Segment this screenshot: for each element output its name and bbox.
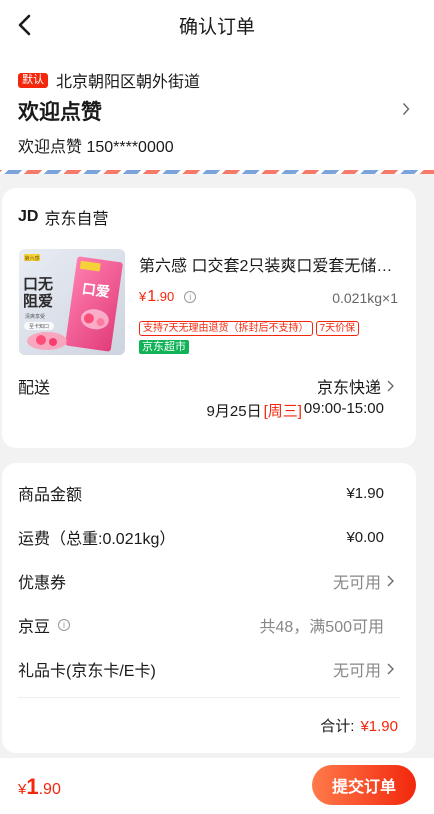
product-name[interactable]: 第六感 口交套2只装爽口爱套无储精囊避孕套 <box>139 252 399 276</box>
total-label: 合计: <box>320 718 355 735</box>
service-tag-return: 支持7天无理由退货（拆封后不支持） <box>139 321 313 336</box>
address-region-row: 默认 北京朝阳区朝外街道 <box>18 68 200 92</box>
bottom-price-decimal: .90 <box>38 781 61 798</box>
gift-card-value: 无可用 <box>332 663 381 680</box>
price-decimal: .90 <box>156 289 175 304</box>
coupon-label: 优惠券 <box>18 575 67 592</box>
shipping-time[interactable]: 9月25日 [周三] 09:00-15:00 <box>207 400 384 421</box>
product-weight-quantity: 0.021kg×1 <box>332 290 398 306</box>
bottom-price: ¥ 1 .90 <box>18 774 61 800</box>
page-title: 确认订单 <box>178 16 255 38</box>
chevron-right-icon <box>387 380 394 392</box>
product-package-art: 第六感 口无 阻爱 清爽享受 至卡知口 口爱 <box>19 249 125 355</box>
total-row: 合计: ¥1.90 <box>320 715 398 736</box>
envelope-stripe <box>0 170 434 174</box>
default-address-badge: 默认 <box>18 72 48 88</box>
package-small-text2: 至卡知口 <box>29 323 49 330</box>
package-small-text1: 清爽享受 <box>25 313 45 320</box>
product-price: ¥ 1 .90 i <box>139 288 197 306</box>
coupon-value: 无可用 <box>332 575 381 592</box>
jd-bean-label: 京豆 <box>18 619 51 636</box>
freight-value: ¥0.00 <box>346 528 384 546</box>
price-integer: 1 <box>147 288 157 305</box>
shipping-label: 配送 <box>18 380 51 397</box>
shop-name: 京东自营 <box>44 211 109 228</box>
package-text-line2: 阻爱 <box>23 292 53 310</box>
shipping-time-range: 09:00-15:00 <box>303 400 384 417</box>
market-tag: 京东超市 <box>139 340 189 354</box>
freight-row: 运费（总重:0.021kg） ¥0.00 <box>18 525 384 549</box>
top-bar: 确认订单 <box>0 0 434 50</box>
shipping-date: 9月25日 <box>206 403 262 420</box>
gift-card-row[interactable]: 礼品卡(京东卡/E卡) 无可用 <box>18 657 394 681</box>
chevron-right-icon <box>387 575 394 587</box>
chevron-right-icon <box>402 103 410 115</box>
price-symbol: ¥ <box>139 289 147 304</box>
price-card: 商品金额 ¥1.90 运费（总重:0.021kg） ¥0.00 优惠券 无可用 … <box>2 463 416 753</box>
freight-label: 运费（总重:0.021kg） <box>18 531 176 548</box>
shipping-method[interactable]: 京东快递 <box>317 374 394 398</box>
jd-logo: JD <box>18 208 39 225</box>
info-icon[interactable]: i <box>58 619 71 631</box>
jd-bean-row[interactable]: 京豆 i 共48，满500可用 <box>18 613 384 637</box>
address-region: 北京朝阳区朝外街道 <box>56 74 201 91</box>
shipping-weekday: [周三] <box>263 403 302 420</box>
package-text-line1: 口无 <box>23 275 53 293</box>
jd-bean-value: 共48，满500可用 <box>259 619 385 636</box>
coupon-row[interactable]: 优惠券 无可用 <box>18 569 394 593</box>
bottom-price-integer: 1 <box>26 774 39 799</box>
product-image[interactable]: 第六感 口无 阻爱 清爽享受 至卡知口 口爱 <box>19 249 125 355</box>
service-tag-price-protect: 7天价保 <box>315 321 360 336</box>
chevron-right-icon <box>387 663 394 675</box>
service-tags: 支持7天无理由退货（拆封后不支持） 7天价保 <box>139 321 360 336</box>
bottom-price-symbol: ¥ <box>18 781 27 798</box>
submit-order-button[interactable]: 提交订单 <box>312 765 416 805</box>
back-button[interactable] <box>12 12 38 38</box>
shipping-method-text: 京东快递 <box>316 380 381 397</box>
goods-card: JD 京东自营 第六感 口无 阻爱 清爽享受 至卡知口 口爱 第六感 口交套2只… <box>2 188 416 448</box>
goods-amount-row: 商品金额 ¥1.90 <box>18 481 384 505</box>
recipient-contact: 欢迎点赞 150****0000 <box>18 139 174 156</box>
goods-amount-value: ¥1.90 <box>346 484 384 502</box>
address-card[interactable]: 默认 北京朝阳区朝外街道 欢迎点赞 欢迎点赞 150****0000 <box>0 50 434 174</box>
goods-amount-label: 商品金额 <box>18 487 83 504</box>
bottom-bar: ¥ 1 .90 提交订单 <box>0 758 434 814</box>
shop-row: JD 京东自营 <box>18 205 108 229</box>
package-badge-text: 第六感 <box>24 255 39 262</box>
info-icon[interactable]: i <box>184 291 197 303</box>
back-arrow-icon <box>18 14 31 36</box>
total-value: ¥1.90 <box>360 718 398 735</box>
address-detail: 欢迎点赞 <box>18 101 102 124</box>
gift-card-label: 礼品卡(京东卡/E卡) <box>18 663 156 680</box>
divider <box>18 697 400 698</box>
